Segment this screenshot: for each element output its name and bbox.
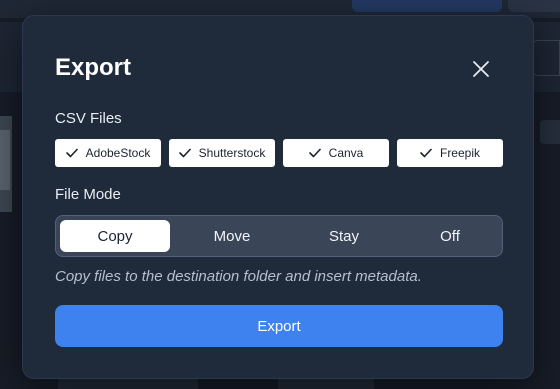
close-button[interactable]: [469, 57, 493, 81]
csv-option-shutterstock[interactable]: Shutterstock: [169, 139, 275, 167]
dialog-title: Export: [55, 54, 132, 81]
check-icon: [308, 148, 321, 158]
check-icon: [65, 148, 78, 158]
file-mode-off[interactable]: Off: [395, 220, 505, 252]
app-top-button-secondary: [508, 0, 560, 12]
csv-option-label: Freepik: [439, 146, 480, 160]
csv-option-label: Canva: [328, 146, 364, 160]
file-mode-selector: Copy Move Stay Off: [55, 215, 503, 257]
export-dialog: Export CSV Files AdobeStock Shutterstock: [22, 15, 534, 379]
check-icon: [420, 148, 432, 158]
app-top-button: [352, 0, 502, 12]
file-mode-description: Copy files to the destination folder and…: [55, 268, 422, 285]
csv-option-freepik[interactable]: Freepik: [397, 139, 503, 167]
csv-files-options: AdobeStock Shutterstock Canva Freepik: [55, 139, 503, 167]
close-icon: [469, 57, 493, 81]
file-mode-stay[interactable]: Stay: [289, 220, 399, 252]
export-button[interactable]: Export: [55, 305, 503, 347]
file-mode-copy[interactable]: Copy: [60, 220, 170, 252]
check-icon: [178, 148, 191, 158]
csv-option-adobestock[interactable]: AdobeStock: [55, 139, 161, 167]
app-thumbnail-image: [0, 130, 10, 190]
app-side-box: [540, 120, 560, 144]
csv-option-canva[interactable]: Canva: [283, 139, 389, 167]
csv-files-label: CSV Files: [55, 110, 122, 127]
csv-option-label: Shutterstock: [198, 146, 266, 160]
csv-option-label: AdobeStock: [85, 146, 151, 160]
file-mode-move[interactable]: Move: [177, 220, 287, 252]
app-side-control: [532, 40, 560, 76]
file-mode-label: File Mode: [55, 186, 121, 203]
